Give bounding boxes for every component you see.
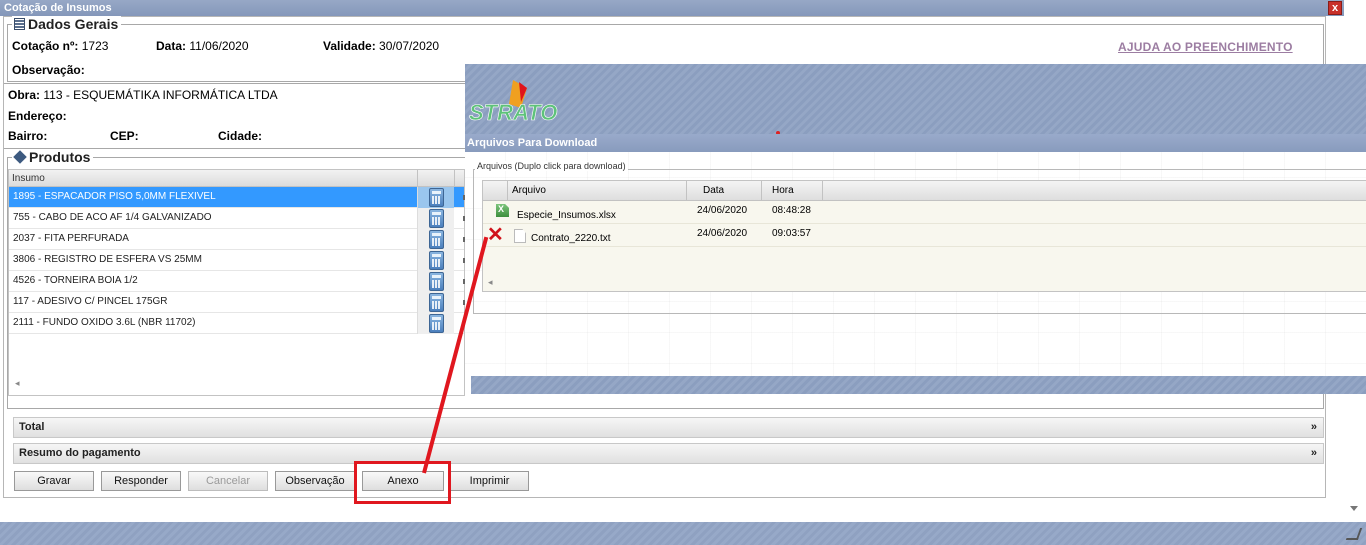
insumo-cell: 1895 - ESPACADOR PISO 5,0MM FLEXIVEL bbox=[13, 191, 216, 202]
help-link[interactable]: AJUDA AO PREENCHIMENTO bbox=[1118, 40, 1293, 54]
excel-file-icon bbox=[496, 204, 509, 217]
file-name[interactable]: Especie_Insumos.xlsx bbox=[517, 210, 616, 221]
file-row[interactable]: Especie_Insumos.xlsx 24/06/2020 08:48:28 bbox=[483, 201, 1366, 224]
calculator-cell[interactable] bbox=[417, 229, 454, 250]
strato-logo: STRATO bbox=[469, 80, 558, 125]
bairro-label: Bairro: bbox=[8, 129, 48, 143]
calculator-icon[interactable] bbox=[429, 272, 444, 291]
scroll-left-icon[interactable]: ◂ bbox=[488, 277, 493, 288]
obra-value: 113 - ESQUEMÁTIKA INFORMÁTICA LTDA bbox=[43, 88, 278, 102]
observacao-button[interactable]: Observação bbox=[275, 471, 355, 491]
column-hora: Hora bbox=[762, 181, 823, 201]
calculator-cell[interactable] bbox=[417, 292, 454, 313]
insumo-cell: 755 - CABO DE ACO AF 1/4 GALVANIZADO bbox=[13, 212, 212, 223]
calculator-cell[interactable] bbox=[417, 313, 454, 334]
cidade-label: Cidade: bbox=[218, 129, 263, 143]
table-row[interactable]: 2111 - FUNDO OXIDO 3.6L (NBR 11702) bbox=[9, 313, 465, 334]
window-title-bar: Cotação de Insumos bbox=[0, 0, 1344, 16]
expand-icon[interactable]: » bbox=[1311, 444, 1317, 463]
popup-title: Arquivos Para Download bbox=[465, 134, 1366, 152]
table-row[interactable]: 117 - ADESIVO C/ PINCEL 175GR bbox=[9, 292, 465, 313]
calculator-cell[interactable] bbox=[417, 208, 454, 229]
produtos-table: Insumo 1895 - ESPACADOR PISO 5,0MM FLEXI… bbox=[8, 169, 465, 396]
box-icon bbox=[13, 150, 27, 164]
anexo-highlight-box bbox=[354, 461, 451, 504]
file-date: 24/06/2020 bbox=[697, 228, 748, 239]
validade-value: 30/07/2020 bbox=[379, 39, 440, 53]
calculator-icon[interactable] bbox=[429, 251, 444, 270]
insumo-cell: 2037 - FITA PERFURADA bbox=[13, 233, 129, 244]
table-row[interactable]: 4526 - TORNEIRA BOIA 1/2 bbox=[9, 271, 465, 292]
file-date: 24/06/2020 bbox=[697, 205, 748, 216]
table-header: Insumo bbox=[9, 170, 464, 187]
status-bar bbox=[0, 522, 1366, 545]
table-row[interactable]: 3806 - REGISTRO DE ESFERA VS 25MM bbox=[9, 250, 465, 271]
data-value: 11/06/2020 bbox=[189, 39, 249, 53]
data-field: Data: 11/06/2020 bbox=[156, 39, 249, 53]
imprimir-button[interactable]: Imprimir bbox=[450, 471, 529, 491]
insumo-cell: 117 - ADESIVO C/ PINCEL 175GR bbox=[13, 296, 168, 307]
file-row[interactable]: ✕ Contrato_2220.txt 24/06/2020 09:03:57 bbox=[483, 224, 1366, 247]
files-table: Arquivo Data Hora Especie_Insumos.xlsx 2… bbox=[482, 180, 1366, 292]
text-file-icon bbox=[514, 229, 526, 243]
cotacao-field: Cotação nº: 1723 bbox=[12, 39, 109, 53]
cep-label: CEP: bbox=[110, 129, 139, 143]
svg-text:STRATO: STRATO bbox=[469, 100, 557, 125]
column-arquivo: Arquivo bbox=[508, 181, 687, 201]
calculator-icon[interactable] bbox=[429, 188, 444, 207]
endereco-label: Endereço: bbox=[8, 109, 67, 123]
total-panel[interactable]: Total» bbox=[13, 417, 1324, 438]
calculator-icon[interactable] bbox=[429, 230, 444, 249]
file-time: 08:48:28 bbox=[772, 205, 811, 216]
gravar-button[interactable]: Gravar bbox=[14, 471, 94, 491]
popup-header: STRATO bbox=[465, 64, 1366, 134]
responder-button[interactable]: Responder bbox=[101, 471, 181, 491]
expand-icon[interactable]: » bbox=[1311, 418, 1317, 437]
calculator-icon[interactable] bbox=[429, 314, 444, 333]
table-row[interactable]: 1895 - ESPACADOR PISO 5,0MM FLEXIVEL bbox=[9, 187, 465, 208]
calculator-cell[interactable] bbox=[417, 271, 454, 292]
validade-field: Validade: 30/07/2020 bbox=[323, 39, 440, 53]
calculator-cell[interactable] bbox=[417, 250, 454, 271]
calculator-cell[interactable] bbox=[417, 187, 454, 208]
window-title: Cotação de Insumos bbox=[4, 2, 112, 14]
delete-mark-icon: ✕ bbox=[487, 224, 504, 246]
scroll-down-icon[interactable] bbox=[1350, 506, 1358, 511]
scroll-left-icon[interactable]: ◂ bbox=[15, 378, 20, 389]
table-row[interactable]: 755 - CABO DE ACO AF 1/4 GALVANIZADO bbox=[9, 208, 465, 229]
popup-footer bbox=[471, 376, 1366, 394]
cancelar-button[interactable]: Cancelar bbox=[188, 471, 268, 491]
insumo-cell: 2111 - FUNDO OXIDO 3.6L (NBR 11702) bbox=[13, 317, 196, 328]
column-data: Data bbox=[687, 181, 762, 201]
file-time: 09:03:57 bbox=[772, 228, 811, 239]
insumo-cell: 4526 - TORNEIRA BOIA 1/2 bbox=[13, 275, 138, 286]
cotacao-value: 1723 bbox=[81, 39, 109, 53]
column-insumo: Insumo bbox=[12, 173, 45, 184]
calculator-icon[interactable] bbox=[429, 293, 444, 312]
form-icon bbox=[14, 18, 25, 30]
calculator-icon[interactable] bbox=[429, 209, 444, 228]
observacao-label: Observação: bbox=[12, 63, 85, 77]
produtos-legend: Produtos bbox=[12, 149, 94, 165]
obra-field: Obra: 113 - ESQUEMÁTIKA INFORMÁTICA LTDA bbox=[8, 88, 278, 102]
close-icon[interactable]: x bbox=[1328, 1, 1342, 15]
arquivos-legend: Arquivos (Duplo click para download) bbox=[475, 161, 628, 171]
dados-gerais-legend: Dados Gerais bbox=[12, 16, 122, 32]
insumo-cell: 3806 - REGISTRO DE ESFERA VS 25MM bbox=[13, 254, 202, 265]
files-table-header: Arquivo Data Hora bbox=[483, 181, 1366, 201]
download-popup: STRATO Arquivos Para Download Arquivos (… bbox=[465, 64, 1366, 394]
file-name[interactable]: Contrato_2220.txt bbox=[531, 233, 611, 244]
resumo-pagamento-panel[interactable]: Resumo do pagamento» bbox=[13, 443, 1324, 464]
table-row[interactable]: 2037 - FITA PERFURADA bbox=[9, 229, 465, 250]
